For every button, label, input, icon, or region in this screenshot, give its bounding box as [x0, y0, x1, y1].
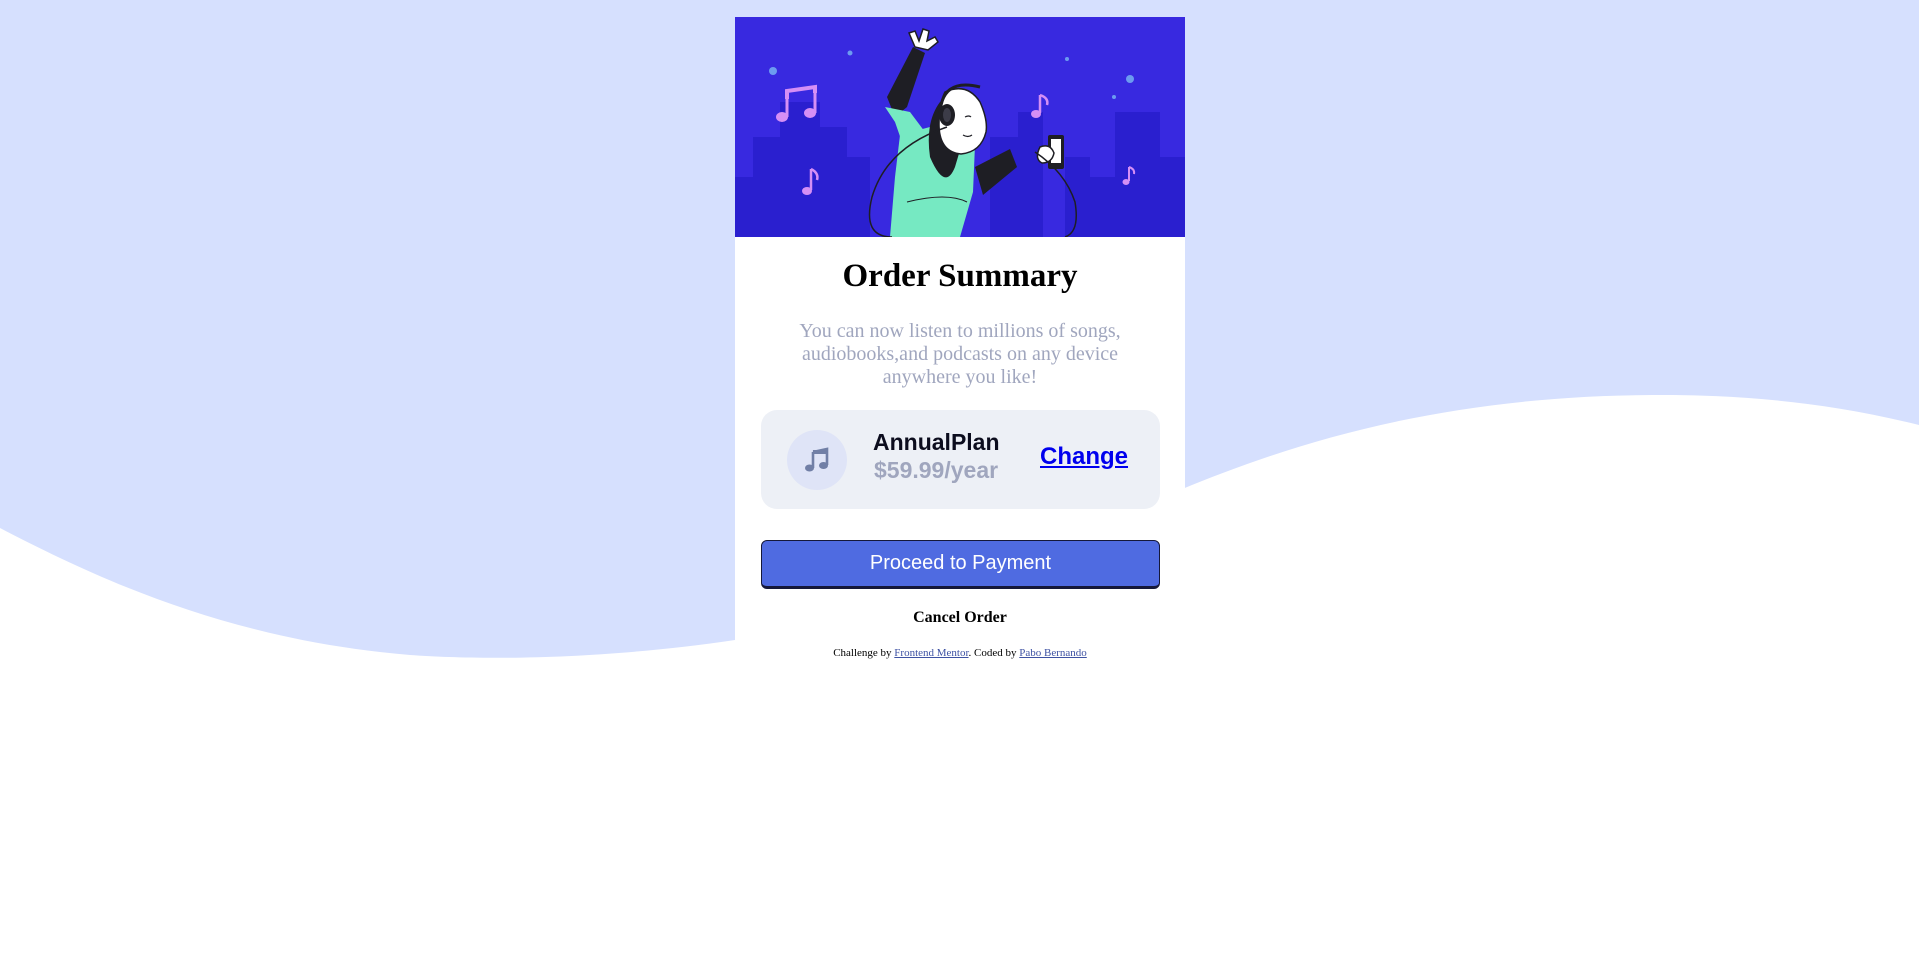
cancel-order-button[interactable]: Cancel Order — [735, 609, 1185, 627]
page-title: Order Summary — [842, 258, 1078, 294]
frontend-mentor-link[interactable]: Frontend Mentor — [894, 647, 968, 659]
proceed-to-payment-button[interactable]: Proceed to Payment — [761, 540, 1160, 589]
order-summary-card: Order Summary You can now listen to mill… — [735, 17, 1185, 640]
attribution: Challenge by Frontend Mentor. Coded by P… — [735, 647, 1185, 659]
author-link[interactable]: Pabo Bernando — [1019, 647, 1087, 659]
attribution-middle: . Coded by — [968, 647, 1020, 659]
plan-name: AnnualPlan — [873, 429, 1000, 455]
change-plan-link[interactable]: Change — [1040, 443, 1128, 471]
attribution-prefix: Challenge by — [833, 647, 895, 659]
order-description: You can now listen to millions of songs,… — [799, 320, 1121, 388]
person-dancing-with-headphones-illustration — [735, 17, 1185, 237]
music-note-icon — [787, 430, 847, 490]
hero-illustration — [735, 17, 1185, 237]
plan-price: $59.99/year — [874, 457, 999, 483]
plan-summary: AnnualPlan $59.99/year Change — [761, 410, 1160, 509]
